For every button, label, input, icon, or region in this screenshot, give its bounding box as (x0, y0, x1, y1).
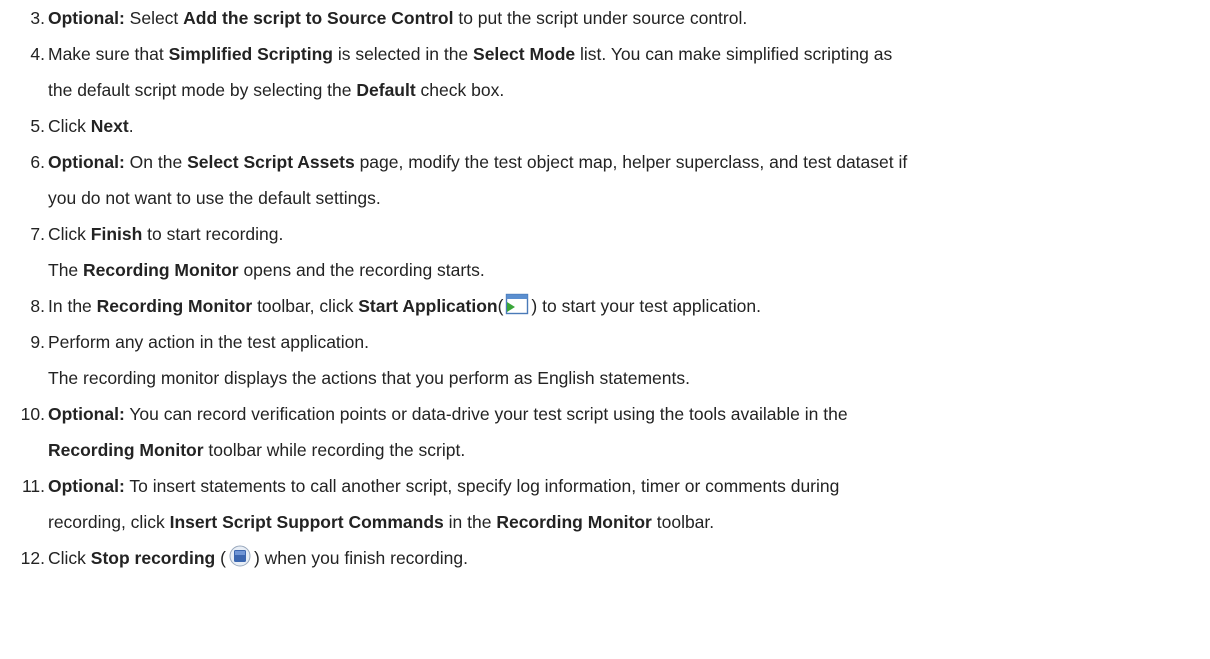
step-text-line: you do not want to use the default setti… (48, 180, 1210, 216)
step-item: 5. Click Next. (0, 108, 1210, 144)
bold-ui-term: Recording Monitor (83, 260, 239, 280)
step-number: 12. (20, 548, 45, 568)
step-number: 5. (30, 116, 45, 136)
step-text: Click (48, 224, 91, 244)
step-text: Click (48, 548, 91, 568)
step-number: 10. (20, 404, 45, 424)
step-text-line: Click Next. (48, 108, 1210, 144)
step-number: 3. (30, 8, 45, 28)
step-text: to start recording. (142, 224, 284, 244)
step-text: the default script mode by selecting the (48, 80, 357, 100)
step-text: Perform any action in the test applicati… (48, 332, 370, 352)
step-item: 4. Make sure that Simplified Scripting is… (0, 36, 1210, 108)
bold-ui-term: Finish (90, 224, 143, 244)
step-text: Select (124, 8, 184, 28)
step-text: to put the script under source control. (453, 8, 748, 28)
stop-recording-icon (228, 543, 252, 567)
step-text: check box. (415, 80, 505, 100)
step-text: page, modify the test object map, helper… (354, 152, 908, 172)
bold-ui-term: Next (90, 116, 129, 136)
step-text-line: the default script mode by selecting the… (48, 72, 1210, 108)
step-text-line: Click Stop recording ( ) when you finish … (48, 540, 1210, 576)
step-item: 9. Perform any action in the test applica… (0, 324, 1210, 396)
bold-ui-term: Select Script Assets (187, 152, 355, 172)
bold-ui-term: Optional: (48, 152, 125, 172)
step-text-line: recording, click Insert Script Support C… (48, 504, 1210, 540)
step-text: Click (48, 116, 91, 136)
step-item: 8. In the Recording Monitor toolbar, clic… (0, 288, 1210, 324)
step-item: 6. Optional: On the Select Script Assets … (0, 144, 1210, 216)
step-text-line: Perform any action in the test applicati… (48, 324, 1210, 360)
bold-ui-term: Insert Script Support Commands (169, 512, 444, 532)
step-text: In the (48, 296, 97, 316)
step-number: 6. (30, 152, 45, 172)
bold-ui-term: Optional: (48, 404, 125, 424)
step-number: 9. (30, 332, 45, 352)
step-text: ) when you finish recording. (253, 548, 468, 568)
step-number: 7. (30, 224, 45, 244)
step-text: The (48, 260, 84, 280)
start-application-icon (505, 291, 529, 315)
bold-ui-term: Select Mode (473, 44, 576, 64)
step-text-line: In the Recording Monitor toolbar, click … (48, 288, 1210, 324)
step-number: 8. (30, 296, 45, 316)
step-item: 10. Optional: You can record verification… (0, 396, 1210, 468)
procedure-steps-list: 3. Optional: Select Add the script to Sou… (0, 0, 1210, 576)
step-text-line: Click Finish to start recording. (48, 216, 1210, 252)
step-item: 11. Optional: To insert statements to cal… (0, 468, 1210, 540)
step-item: 12. Click Stop recording ( ) when you fini… (0, 540, 1210, 576)
step-item: 3. Optional: Select Add the script to Sou… (0, 0, 1210, 36)
step-text-line: Optional: You can record verification po… (48, 396, 1210, 432)
bold-ui-term: Optional: (48, 8, 125, 28)
step-text: On the (124, 152, 188, 172)
step-text: To insert statements to call another scr… (124, 476, 840, 496)
step-text-line: The recording monitor displays the actio… (48, 360, 1210, 396)
bold-ui-term: Simplified Scripting (168, 44, 333, 64)
bold-ui-term: Recording Monitor (96, 296, 253, 316)
step-text: ) to start your test application. (531, 296, 761, 316)
bold-ui-term: Recording Monitor (48, 440, 204, 460)
step-number: 11. (21, 476, 45, 496)
bold-ui-term: Recording Monitor (496, 512, 652, 532)
step-text: you do not want to use the default setti… (48, 188, 381, 208)
step-text: The recording monitor displays the actio… (48, 368, 690, 388)
step-text: You can record verification points or da… (124, 404, 848, 424)
step-text-line: The Recording Monitor opens and the reco… (48, 252, 1210, 288)
step-text: . (128, 116, 134, 136)
step-text: list. You can make simplified scripting … (575, 44, 893, 64)
step-text: opens and the recording starts. (238, 260, 485, 280)
step-item: 7. Click Finish to start recording. The Re… (0, 216, 1210, 288)
step-text-line: Optional: Select Add the script to Sourc… (48, 0, 1210, 36)
bold-ui-term: Add the script to Source Control (183, 8, 454, 28)
step-text: in the (443, 512, 497, 532)
step-text: ( (497, 296, 504, 316)
step-text: Make sure that (48, 44, 169, 64)
step-text: toolbar. (651, 512, 715, 532)
bold-ui-term: Optional: (48, 476, 125, 496)
step-text: is selected in the (332, 44, 474, 64)
step-text: ( (215, 548, 226, 568)
bold-ui-term: Default (356, 80, 416, 100)
step-text: toolbar while recording the script. (203, 440, 466, 460)
step-text: toolbar, click (252, 296, 359, 316)
step-text-line: Make sure that Simplified Scripting is s… (48, 36, 1210, 72)
step-text: recording, click (48, 512, 170, 532)
step-text-line: Recording Monitor toolbar while recordin… (48, 432, 1210, 468)
step-text-line: Optional: To insert statements to call a… (48, 468, 1210, 504)
bold-ui-term: Stop recording (90, 548, 216, 568)
bold-ui-term: Start Application (358, 296, 498, 316)
step-number: 4. (30, 44, 45, 64)
step-text-line: Optional: On the Select Script Assets pa… (48, 144, 1210, 180)
